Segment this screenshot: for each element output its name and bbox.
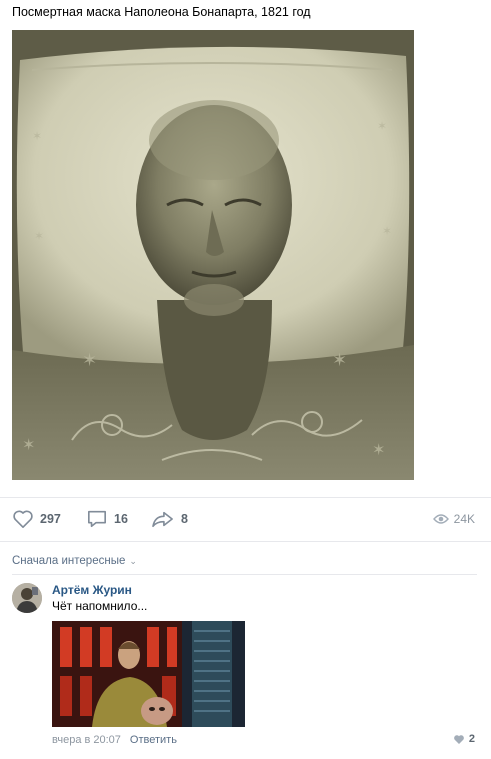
comment-button[interactable]: 16 [86,508,128,530]
post-text: Посмертная маска Наполеона Бонапарта, 18… [12,5,311,19]
svg-text:✶: ✶ [372,440,385,459]
comment-icon [88,510,106,528]
comment-like-count: 2 [468,733,475,745]
svg-text:✶: ✶ [332,350,347,371]
comment-meta: вчера в 20:07 Ответить [52,734,177,746]
actions-divider [0,541,491,542]
views-counter: 24K [432,512,475,526]
heart-icon [13,510,33,528]
svg-text:✶: ✶ [32,129,42,143]
share-icon [152,511,173,528]
post-divider [0,497,491,498]
comments-sort-dropdown[interactable]: Сначала интересные ⌄ [12,555,137,567]
comment-text: Чёт напомнило... [52,599,148,613]
svg-text:✶: ✶ [382,224,392,238]
post-photo[interactable]: ✶ ✶ ✶ ✶ ✶ ✶ ✶ ✶ [12,30,414,480]
eye-icon [432,514,449,524]
reply-button[interactable]: Ответить [130,734,177,746]
comment-like-button[interactable]: 2 [453,733,475,745]
comment-count: 16 [114,512,128,526]
comment-author[interactable]: Артём Журин [52,583,132,597]
svg-text:✶: ✶ [34,229,44,243]
svg-text:✶: ✶ [377,119,387,133]
share-button[interactable]: 8 [151,508,188,530]
like-button[interactable]: 297 [12,508,61,530]
avatar[interactable] [12,583,42,613]
movie-still-image [52,621,245,727]
svg-text:✶: ✶ [82,350,97,371]
death-mask-image: ✶ ✶ ✶ ✶ ✶ ✶ ✶ ✶ [12,30,414,480]
heart-icon [453,734,464,744]
sort-label: Сначала интересные [12,555,126,567]
post-actions: 297 16 8 24K [0,505,491,533]
share-count: 8 [181,512,188,526]
comment-time[interactable]: вчера в 20:07 [52,734,121,746]
comment-attached-image[interactable] [52,621,245,727]
chevron-down-icon: ⌄ [129,555,137,566]
views-count: 24K [453,512,475,526]
like-count: 297 [40,512,61,526]
sort-divider [12,574,477,575]
svg-text:✶: ✶ [22,435,35,454]
avatar-image [12,583,42,613]
